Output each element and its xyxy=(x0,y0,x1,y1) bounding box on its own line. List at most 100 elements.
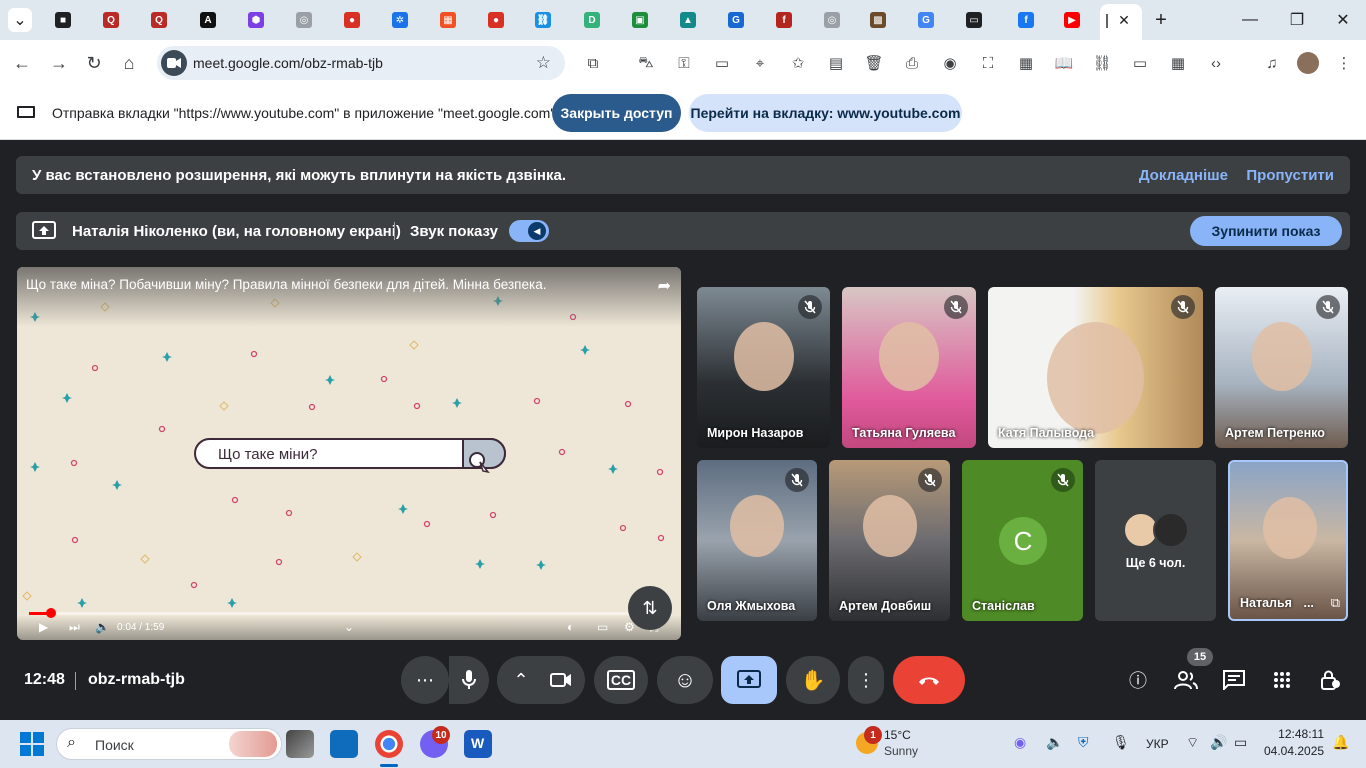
browser-tab[interactable]: ▲ xyxy=(672,7,714,33)
profile-avatar[interactable] xyxy=(1297,52,1319,74)
play-icon[interactable]: ▶ xyxy=(39,620,48,634)
minimize-button[interactable]: — xyxy=(1238,8,1262,32)
more-participants-tile[interactable]: Ще 6 чол. xyxy=(1095,460,1216,621)
host-controls-icon[interactable] xyxy=(1318,668,1342,692)
browser-tab[interactable]: ✲ xyxy=(384,7,426,33)
browser-tab[interactable]: ⛓ xyxy=(527,7,569,33)
present-button[interactable] xyxy=(721,656,777,704)
task-view-icon[interactable] xyxy=(286,730,314,758)
wifi-icon[interactable]: ⌔ xyxy=(1186,734,1199,752)
microphone-button[interactable] xyxy=(449,656,489,704)
browser-tab[interactable]: ● xyxy=(336,7,378,33)
volume-tray-icon[interactable]: 🔊 xyxy=(1210,734,1227,751)
participant-tile[interactable]: Катя Палывода xyxy=(988,287,1203,448)
forward-button[interactable]: → xyxy=(44,48,74,78)
browser-tab[interactable]: ▶ xyxy=(1056,7,1098,33)
skip-link[interactable]: Пропустити xyxy=(1246,167,1334,184)
reactions-button[interactable]: ☺ xyxy=(657,656,713,704)
key-icon[interactable]: ⚿ xyxy=(674,53,694,73)
camera-button[interactable] xyxy=(537,656,585,704)
browser-tab[interactable]: ● xyxy=(480,7,522,33)
back-button[interactable]: ← xyxy=(7,48,37,78)
browser-tab[interactable]: f xyxy=(768,7,810,33)
autoplay-toggle-icon[interactable]: ◐ xyxy=(567,620,574,634)
qr-code-icon[interactable]: ▦ xyxy=(1016,53,1036,73)
browser-tab[interactable]: G xyxy=(720,7,762,33)
next-icon[interactable]: ⏭ xyxy=(69,620,80,635)
chevron-down-icon[interactable]: ⌄ xyxy=(344,620,354,634)
go-to-tab-button[interactable]: Перейти на вкладку: www.youtube.com xyxy=(689,94,962,132)
browser-tab[interactable]: ◎ xyxy=(816,7,858,33)
raise-hand-button[interactable]: ✋ xyxy=(786,656,840,704)
new-tab-button[interactable]: + xyxy=(1149,8,1173,32)
taskbar-date[interactable]: 04.04.2025 xyxy=(1264,744,1324,758)
captions-button[interactable]: CC xyxy=(594,656,648,704)
cast-icon[interactable]: ▭ xyxy=(1130,53,1150,73)
car-icon[interactable]: ⛍ xyxy=(636,53,656,73)
browser-tab[interactable]: f xyxy=(1010,7,1052,33)
swap-layout-button[interactable]: ⇅ xyxy=(628,586,672,630)
print-icon[interactable]: ⎙ xyxy=(902,53,922,73)
participant-tile[interactable]: Артем Довбиш xyxy=(829,460,950,621)
share-sound-toggle[interactable]: ◀ xyxy=(509,220,549,242)
taskbar-search[interactable]: ⌕ Поиск xyxy=(56,728,282,760)
location-icon[interactable]: ⌖ xyxy=(750,53,770,73)
browser-tab[interactable]: A xyxy=(192,7,234,33)
browser-tab[interactable]: G xyxy=(910,7,952,33)
speaker-icon[interactable]: 🔈 xyxy=(1046,734,1063,751)
bookmark-star-icon[interactable]: ☆ xyxy=(536,53,551,73)
reading-mode-icon[interactable]: 📖 xyxy=(1054,53,1074,73)
windows-start-icon[interactable] xyxy=(20,732,44,756)
browser-tab[interactable]: ▦ xyxy=(432,7,474,33)
menu-kebab-icon[interactable]: ⋮ xyxy=(1334,53,1354,73)
security-icon[interactable]: ⛨ xyxy=(1078,734,1089,751)
trash-icon[interactable]: 🗑 xyxy=(864,53,884,73)
picture-in-picture-icon[interactable]: ⧉ xyxy=(1331,595,1340,611)
meeting-info-icon[interactable]: ⓘ xyxy=(1126,668,1150,692)
microphone-tray-icon[interactable]: 🎙 xyxy=(1112,734,1130,751)
activities-icon[interactable] xyxy=(1270,668,1294,692)
active-tab-meet[interactable]: ✕ xyxy=(1100,4,1142,40)
browser-tab[interactable]: ▩ xyxy=(862,7,904,33)
people-icon[interactable] xyxy=(1174,668,1198,692)
address-bar[interactable]: meet.google.com/obz-rmab-tjb ☆ xyxy=(157,46,565,80)
stop-presenting-button[interactable]: Зупинити показ xyxy=(1190,216,1342,246)
translate-icon[interactable]: ⛶ xyxy=(978,53,998,73)
leave-call-button[interactable] xyxy=(893,656,965,704)
card-icon[interactable]: ▭ xyxy=(712,53,732,73)
site-info-button[interactable] xyxy=(161,50,187,76)
more-audio-options-button[interactable]: ⋯ xyxy=(401,656,449,704)
chat-icon[interactable] xyxy=(1222,668,1246,692)
browser-tab[interactable]: Q xyxy=(95,7,137,33)
battery-icon[interactable]: ▭ xyxy=(1234,734,1247,751)
weather-widget[interactable]: 1 15°C Sunny xyxy=(856,726,966,762)
chrome-icon[interactable] xyxy=(375,730,403,758)
link-icon[interactable]: ⛓ xyxy=(1092,53,1112,73)
code-icon[interactable]: ‹› xyxy=(1206,53,1226,73)
table-icon[interactable]: ▦ xyxy=(1168,53,1188,73)
participant-tile[interactable]: Татьяна Гуляева xyxy=(842,287,976,448)
browser-tab[interactable]: ▣ xyxy=(624,7,666,33)
media-control-icon[interactable]: ♫ xyxy=(1262,53,1282,73)
close-tab-icon[interactable]: ✕ xyxy=(1114,10,1134,30)
close-window-button[interactable]: ✕ xyxy=(1331,8,1355,32)
browser-tab[interactable]: D xyxy=(576,7,618,33)
star-list-icon[interactable]: ✩ xyxy=(788,53,808,73)
shared-video[interactable]: Що таке міна? Побачивши міну? Правила мі… xyxy=(17,267,681,640)
share-arrow-icon[interactable]: ➦ xyxy=(658,276,671,296)
home-button[interactable]: ⌂ xyxy=(114,48,144,78)
participant-tile[interactable]: Мирон Назаров xyxy=(697,287,830,448)
reading-list-icon[interactable]: ▤ xyxy=(826,53,846,73)
browser-tab[interactable]: ▭ xyxy=(958,7,1000,33)
viber-tray-icon[interactable]: ◉ xyxy=(1014,734,1026,751)
self-video-tile[interactable]: Натальяᅟ... ⧉ xyxy=(1228,460,1348,621)
language-indicator[interactable]: УКР xyxy=(1146,737,1169,751)
extensions-icon[interactable]: ⧉ xyxy=(583,53,603,73)
browser-tab[interactable]: ⬢ xyxy=(240,7,282,33)
browser-tab[interactable]: Q xyxy=(143,7,185,33)
more-options-button[interactable]: ⋮ xyxy=(848,656,884,704)
word-icon[interactable]: W xyxy=(464,730,492,758)
maximize-button[interactable]: ❐ xyxy=(1285,8,1309,32)
participant-tile[interactable]: С Станіслав xyxy=(962,460,1083,621)
participant-tile[interactable]: Оля Жмыхова xyxy=(697,460,817,621)
